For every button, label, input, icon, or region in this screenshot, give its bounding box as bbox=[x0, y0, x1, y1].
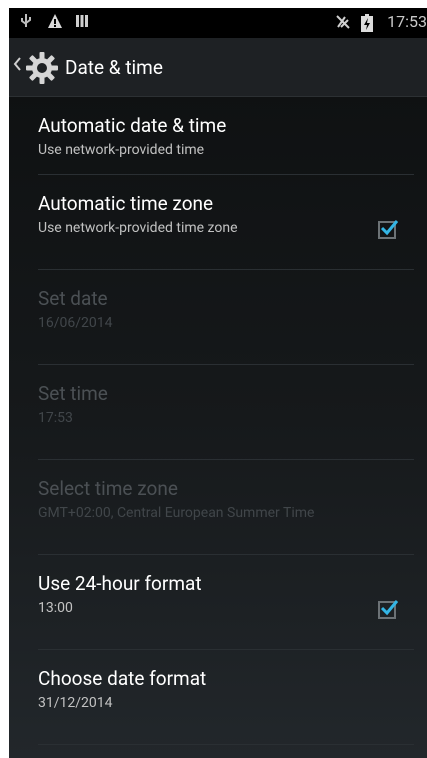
setting-label: Set date bbox=[38, 287, 108, 310]
page-title: Date & time bbox=[65, 56, 163, 79]
status-bar: 17:53 bbox=[9, 8, 427, 38]
setting-summary: GMT+02:00, Central European Summer Time bbox=[38, 505, 315, 521]
setting-label: Select time zone bbox=[38, 477, 178, 500]
setting-summary: Use network-provided time bbox=[38, 142, 205, 158]
setting-automatic-time-zone[interactable]: Automatic time zone Use network-provided… bbox=[38, 192, 414, 270]
setting-automatic-date-time[interactable]: Automatic date & time Use network-provid… bbox=[38, 114, 414, 175]
setting-set-date: Set date 16/06/2014 bbox=[38, 287, 414, 365]
gear-icon[interactable] bbox=[25, 51, 59, 89]
no-signal-icon bbox=[335, 14, 351, 30]
usb-icon bbox=[19, 13, 35, 29]
setting-summary: 16/06/2014 bbox=[38, 315, 113, 331]
setting-choose-date-format[interactable]: Choose date format 31/12/2014 bbox=[38, 667, 414, 745]
setting-label: Set time bbox=[38, 382, 108, 405]
back-chevron-icon[interactable] bbox=[12, 56, 22, 76]
setting-label: Choose date format bbox=[38, 667, 207, 690]
screen: 17:53 Date & time Automatic date & time … bbox=[9, 8, 427, 758]
use-24-hour-format-checkbox[interactable] bbox=[378, 600, 399, 619]
status-time: 17:53 bbox=[387, 12, 427, 31]
setting-select-time-zone: Select time zone GMT+02:00, Central Euro… bbox=[38, 477, 414, 555]
setting-label: Automatic time zone bbox=[38, 192, 214, 215]
setting-label: Automatic date & time bbox=[38, 114, 227, 137]
setting-label: Use 24-hour format bbox=[38, 572, 202, 595]
battery-charging-icon bbox=[361, 13, 377, 32]
setting-use-24-hour-format[interactable]: Use 24-hour format 13:00 bbox=[38, 572, 414, 650]
setting-set-time: Set time 17:53 bbox=[38, 382, 414, 460]
setting-summary: 17:53 bbox=[38, 410, 73, 426]
automatic-time-zone-checkbox[interactable] bbox=[378, 220, 399, 239]
setting-summary: 31/12/2014 bbox=[38, 695, 113, 711]
signal-bars-icon bbox=[75, 13, 91, 29]
action-bar: Date & time bbox=[9, 38, 427, 97]
settings-list: Automatic date & time Use network-provid… bbox=[9, 97, 427, 745]
setting-summary: Use network-provided time zone bbox=[38, 220, 238, 236]
warning-icon bbox=[47, 13, 63, 29]
setting-summary: 13:00 bbox=[38, 600, 73, 616]
